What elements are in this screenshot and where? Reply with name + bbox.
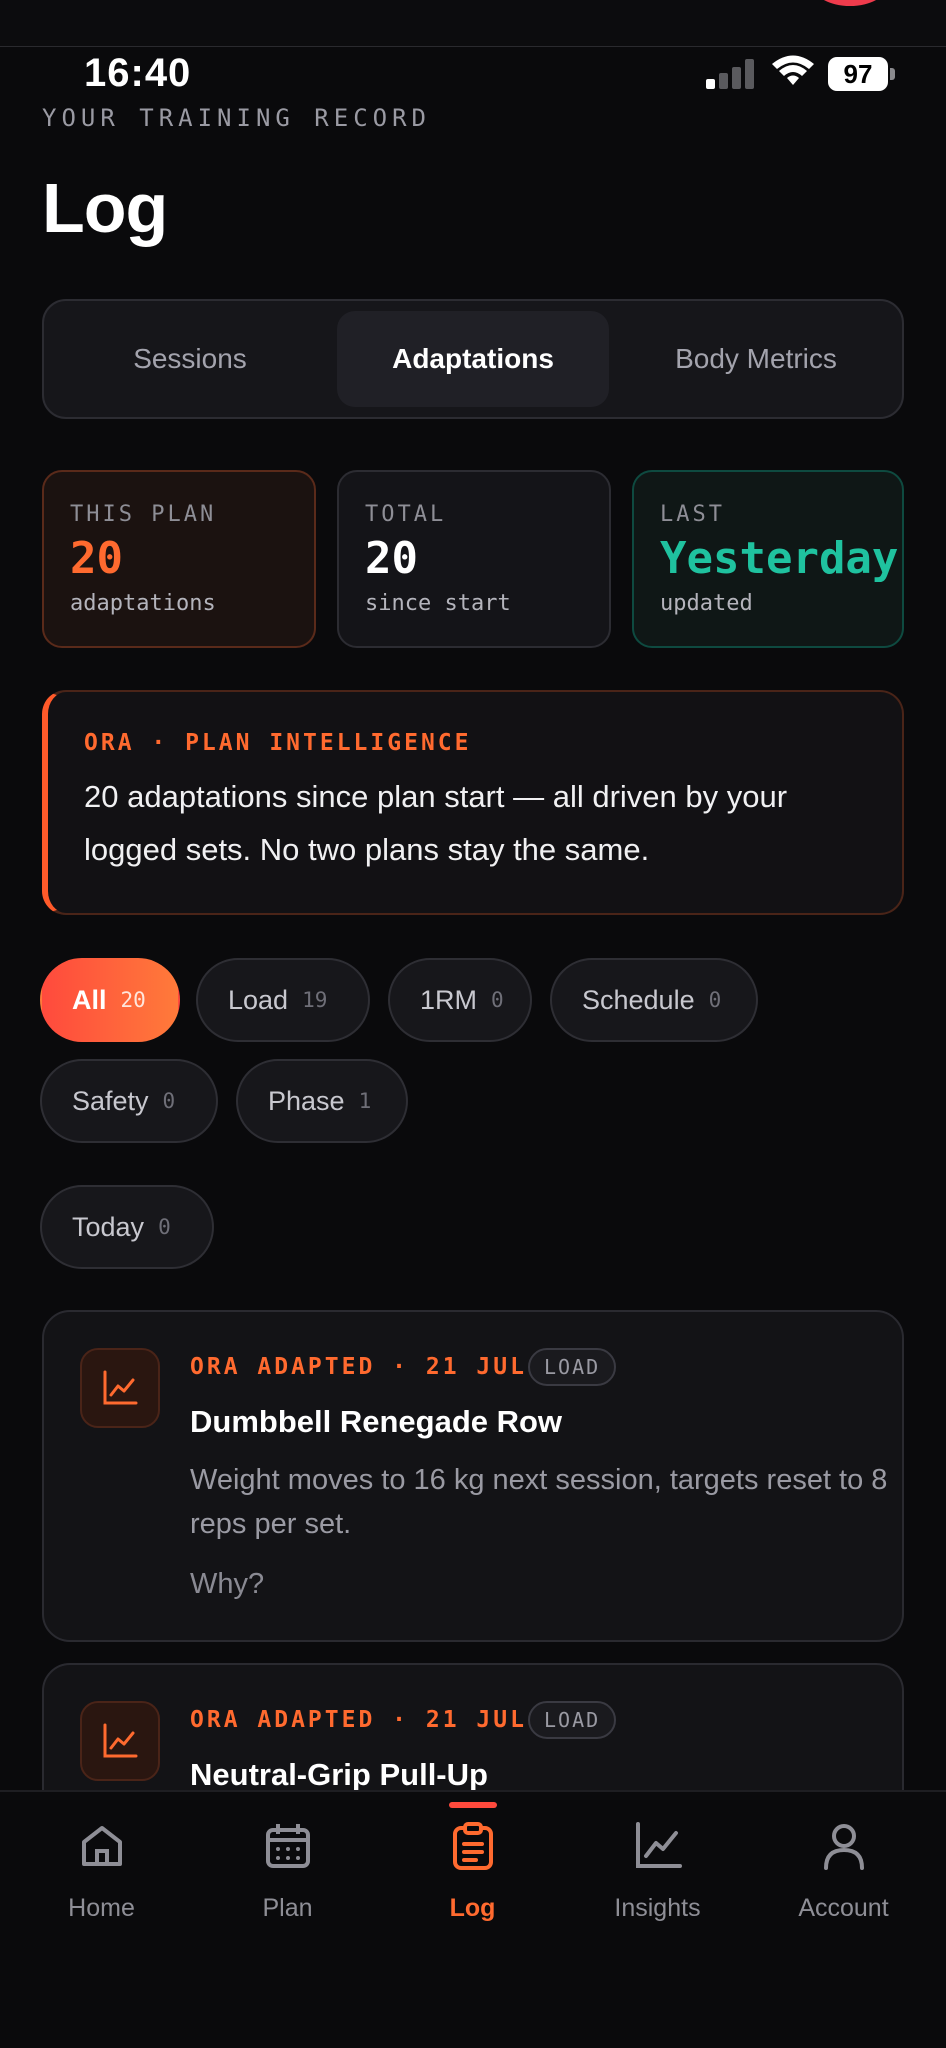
card-badge: LOAD — [528, 1701, 617, 1739]
chip-count: 1 — [358, 1089, 372, 1113]
card-badge: LOAD — [528, 1348, 617, 1386]
filter-chip-load[interactable]: Load 19 — [196, 958, 370, 1042]
card-meta: ORA ADAPTED · 21 JUL — [190, 1707, 527, 1733]
nav-label: Home — [68, 1894, 135, 1922]
stat-value: 20 — [70, 533, 123, 584]
filter-chip-today[interactable]: Today 0 — [40, 1185, 214, 1269]
bottom-navigation: Home Plan Log Insights Account — [0, 1790, 946, 2048]
home-icon — [81, 1826, 122, 1866]
nav-label: Insights — [614, 1894, 701, 1922]
nav-label: Log — [449, 1894, 496, 1922]
stat-value: Yesterday — [660, 533, 899, 584]
page-kicker: YOUR TRAINING RECORD — [42, 104, 431, 132]
status-bar: 16:40 97 — [0, 47, 946, 97]
stat-label: LAST — [660, 502, 725, 527]
nav-account[interactable]: Account — [749, 1792, 938, 1942]
user-icon — [823, 1824, 864, 1870]
nav-insights[interactable]: Insights — [563, 1792, 752, 1942]
filter-chip-safety[interactable]: Safety 0 — [40, 1059, 218, 1143]
adaptation-card[interactable]: ORA ADAPTED · 21 JUL LOAD Dumbbell Reneg… — [42, 1310, 904, 1642]
chip-count: 19 — [302, 988, 328, 1012]
stat-label: THIS PLAN — [70, 502, 217, 527]
nav-home[interactable]: Home — [7, 1792, 196, 1942]
chip-count: 20 — [120, 988, 146, 1012]
tab-adaptations[interactable]: Adaptations — [337, 311, 609, 407]
page-title: Log — [42, 169, 168, 247]
nav-label: Account — [798, 1894, 889, 1922]
chip-count: 0 — [162, 1089, 176, 1113]
stat-sub: adaptations — [70, 591, 216, 617]
card-meta: ORA ADAPTED · 21 JUL — [190, 1354, 527, 1380]
active-indicator — [448, 1802, 497, 1808]
stat-label: TOTAL — [365, 502, 447, 527]
tab-sessions[interactable]: Sessions — [54, 311, 326, 407]
chip-label: Load — [228, 984, 289, 1015]
stat-sub: since start — [365, 591, 511, 617]
why-link[interactable]: Why? — [190, 1568, 264, 1601]
clipboard-icon — [452, 1822, 493, 1870]
chip-label: Phase — [268, 1085, 345, 1116]
chip-count: 0 — [708, 988, 722, 1012]
banner-tag: ORA · PLAN INTELLIGENCE — [84, 730, 472, 756]
battery-level: 97 — [828, 57, 888, 91]
filter-chip-all[interactable]: All 20 — [40, 958, 180, 1042]
chart-icon — [635, 1822, 682, 1868]
card-description: Weight moves to 16 kg next session, targ… — [190, 1464, 888, 1540]
filter-chip-schedule[interactable]: Schedule 0 — [550, 958, 758, 1042]
plan-intelligence-banner: ORA · PLAN INTELLIGENCE 20 adaptations s… — [42, 690, 904, 915]
stat-sub: updated — [660, 591, 753, 617]
battery-icon: 97 — [828, 57, 896, 91]
chip-label: Schedule — [582, 984, 695, 1015]
wifi-icon — [772, 55, 814, 85]
segmented-tabs: Sessions Adaptations Body Metrics — [42, 299, 904, 419]
cellular-signal-icon — [706, 59, 756, 89]
nav-label: Plan — [262, 1894, 313, 1922]
trend-chart-icon — [80, 1348, 160, 1428]
filter-chip-1rm[interactable]: 1RM 0 — [388, 958, 532, 1042]
chip-label: 1RM — [420, 984, 478, 1015]
filter-chip-phase[interactable]: Phase 1 — [236, 1059, 408, 1143]
tab-body-metrics[interactable]: Body Metrics — [620, 311, 892, 407]
chip-label: Safety — [72, 1085, 149, 1116]
top-strip — [0, 0, 946, 47]
stat-last: LAST Yesterday updated — [632, 470, 904, 648]
calendar-icon — [265, 1824, 310, 1868]
nav-log[interactable]: Log — [378, 1792, 567, 1942]
chip-label: All — [72, 984, 107, 1015]
banner-message: 20 adaptations since plan start — all dr… — [84, 779, 788, 867]
chip-count: 0 — [491, 988, 504, 1012]
nav-plan[interactable]: Plan — [193, 1792, 382, 1942]
stat-this-plan: THIS PLAN 20 adaptations — [42, 470, 316, 648]
card-title: Dumbbell Renegade Row — [190, 1404, 563, 1439]
chip-count: 0 — [158, 1215, 171, 1239]
stat-value: 20 — [365, 533, 418, 584]
chip-label: Today — [72, 1211, 145, 1242]
stat-total: TOTAL 20 since start — [337, 470, 611, 648]
trend-chart-icon — [80, 1701, 160, 1781]
status-time: 16:40 — [84, 51, 192, 95]
card-title: Neutral-Grip Pull-Up — [190, 1757, 488, 1792]
